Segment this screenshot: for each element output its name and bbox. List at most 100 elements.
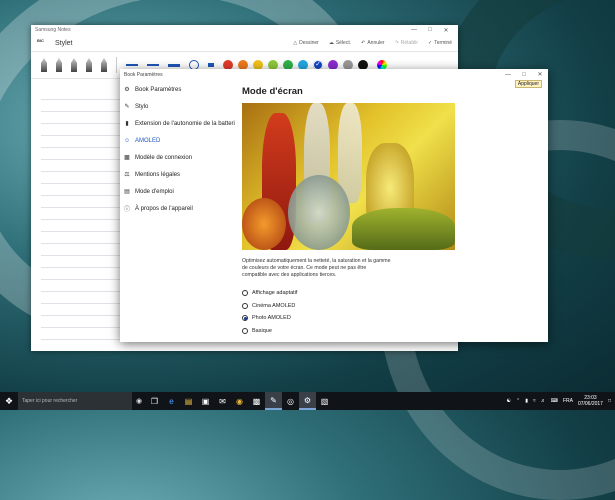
menu-item-book-settings[interactable]: ⚙ Book Paramètres [120,81,236,98]
people-icon[interactable]: ☯ [507,398,511,404]
taskbar-search[interactable]: Taper ici pour rechercher [18,392,132,410]
store-icon[interactable]: ▣ [197,392,214,410]
option-label: Cinéma AMOLED [252,302,296,309]
clock[interactable]: 23:03 07/06/2017 [578,395,603,407]
menu-item-label: À propos de l'appareil [135,205,193,212]
select-button[interactable]: ☁ Sélect. [329,40,351,46]
redo-button[interactable]: ↷ Rétablir [395,40,418,46]
pen-tool-5[interactable] [101,58,107,72]
line-medium[interactable] [147,64,159,66]
minimize-icon[interactable]: — [406,27,422,33]
samsung-notes-taskbar-icon[interactable]: ✎ [265,392,282,410]
pen-tool-3[interactable] [71,58,77,72]
edge-icon[interactable]: e [163,392,180,410]
radio-button[interactable] [242,302,248,309]
menu-item-label: AMOLED [135,137,161,144]
app-icon[interactable]: ▩ [248,392,265,410]
notes-window-title: Samsung Notes [35,27,71,33]
maximize-icon[interactable]: □ [516,72,532,78]
menu-item-connection[interactable]: ▩ Modèle de connexion [120,149,236,166]
option-label: Photo AMOLED [252,315,291,322]
chrome-icon[interactable]: ◉ [231,392,248,410]
volume-icon[interactable]: ♬ [541,398,546,404]
menu-item-label: Mentions légales [135,171,181,178]
option-photo[interactable]: Photo AMOLED [242,312,542,325]
battery-icon: ▮ [125,121,129,127]
line-thick[interactable] [168,63,180,67]
undo-label: Annuler [367,40,385,46]
search-placeholder: Taper ici pour rechercher [22,398,78,404]
settings-taskbar-icon[interactable]: ⚙ [299,392,316,410]
redo-icon: ↷ [394,40,399,46]
notes-titlebar: Samsung Notes — □ ✕ [31,25,458,35]
manual-icon: ▤ [124,189,130,195]
menu-item-label: Extension de l'autonomie de la batteri [135,120,235,127]
info-icon: ⓘ [124,207,131,213]
note-canvas[interactable] [41,88,121,348]
radio-button-selected[interactable] [242,315,248,322]
redo-label: Rétablir [400,40,418,46]
option-cinema[interactable]: Cinéma AMOLED [242,300,542,313]
settings-content: Mode d'écran Optimisez automatiquement l… [242,86,542,337]
notes-toolbar: BIC Stylet △ Dessiner ☁ Sélect. ↶ Annuler ↷… [31,35,458,52]
pen-tool-4[interactable] [86,58,92,72]
line-thin[interactable] [126,64,138,66]
menu-item-stylo[interactable]: ✎ Stylo [120,98,236,115]
close-icon[interactable]: ✕ [532,71,548,78]
menu-item-label: Mode d'emploi [135,188,174,195]
select-icon: ☁ [328,40,334,46]
notifications-icon[interactable]: □ [608,398,611,404]
settings-window[interactable]: Book Paramètres — □ ✕ Appliquer ⚙ Book Pa… [120,69,548,342]
menu-item-about[interactable]: ⓘ À propos de l'appareil [120,200,236,217]
windows-start-icon[interactable]: ❖ [0,392,18,410]
clock-date: 07/06/2017 [577,401,603,407]
done-label: Terminé [434,40,452,46]
draw-button[interactable]: △ Dessiner [293,40,319,46]
close-icon[interactable]: ✕ [438,27,454,34]
pen-tool-2[interactable] [56,58,62,72]
settings-menu: ⚙ Book Paramètres ✎ Stylo ▮ Extension de l'… [120,81,236,217]
option-label: Basique [252,327,272,334]
radio-button[interactable] [242,290,248,297]
task-view-icon[interactable]: ❐ [146,392,163,410]
wifi-icon[interactable]: ≈ [533,398,536,404]
chevron-up-icon[interactable]: ⌃ [516,398,520,404]
settings-book-icon: ⚙ [124,87,130,93]
settings-titlebar: Book Paramètres — □ ✕ [120,69,548,80]
notes-toolbar-title: Stylet [55,39,73,47]
notes-logo: BIC [37,38,44,43]
menu-item-legal[interactable]: ⚖ Mentions légales [120,166,236,183]
microphone-icon[interactable]: ◉ [132,397,146,405]
check-icon: ✓ [428,40,433,46]
app-icon-2[interactable]: ▧ [316,392,333,410]
select-label: Sélect. [335,40,352,46]
option-basic[interactable]: Basique [242,325,542,338]
option-adaptive[interactable]: Affichage adaptatif [242,287,542,300]
pen-tool-1[interactable] [41,58,47,72]
menu-item-label: Stylo [135,103,149,110]
keyboard-icon[interactable]: ⌨ [551,398,558,404]
battery-tray-icon[interactable]: ▮ [525,398,528,404]
menu-item-amoled[interactable]: ☺ AMOLED [120,132,236,149]
maximize-icon[interactable]: □ [422,27,438,33]
legal-icon: ⚖ [124,172,130,178]
menu-item-label: Book Paramètres [135,86,182,93]
preview-image [242,103,455,250]
minimize-icon[interactable]: — [500,72,516,78]
share-icon: △ [293,40,298,46]
language-indicator[interactable]: FRA [563,398,573,404]
option-label: Affichage adaptatif [252,290,298,297]
line-size-select[interactable] [208,63,214,67]
menu-item-manual[interactable]: ▤ Mode d'emploi [120,183,236,200]
connection-icon: ▩ [124,155,130,161]
screen-mode-options: Affichage adaptatif Cinéma AMOLED Photo … [242,287,542,337]
radio-button[interactable] [242,327,248,334]
camera-icon[interactable]: ◎ [282,392,299,410]
undo-button[interactable]: ↶ Annuler [361,40,384,46]
menu-item-battery[interactable]: ▮ Extension de l'autonomie de la batteri [120,115,236,132]
mode-description: Optimisez automatiquement la netteté, la… [242,258,391,278]
file-explorer-icon[interactable]: ▤ [180,392,197,410]
amoled-icon: ☺ [123,137,131,144]
done-button[interactable]: ✓ Terminé [428,40,452,46]
mail-icon[interactable]: ✉ [214,392,231,410]
